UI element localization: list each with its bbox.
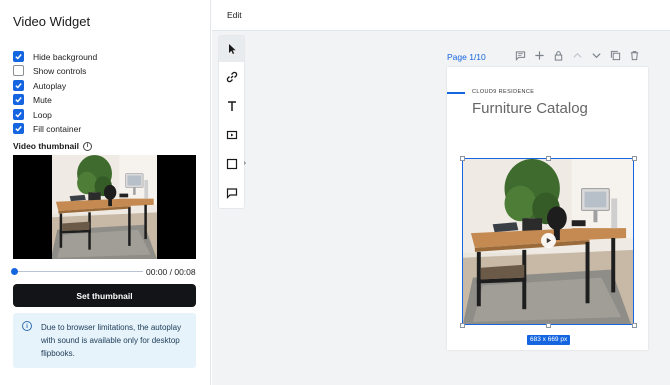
loop-checkbox[interactable] <box>13 109 24 120</box>
slider-handle[interactable] <box>11 268 18 275</box>
thumbnail-preview <box>13 155 196 259</box>
option-label: Mute <box>33 94 52 105</box>
select-tool[interactable] <box>219 36 244 62</box>
playback-slider[interactable] <box>11 266 143 278</box>
resize-handle-bottom-left[interactable] <box>460 323 465 328</box>
browser-limitation-notice: i Due to browser limitations, the autopl… <box>13 313 196 368</box>
info-icon[interactable]: i <box>82 141 92 151</box>
trash-icon <box>630 51 639 61</box>
chevron-down-icon <box>592 53 601 59</box>
set-thumbnail-button[interactable]: Set thumbnail <box>13 284 196 307</box>
accent-line <box>447 92 465 94</box>
mute-checkbox[interactable] <box>13 94 24 105</box>
video-thumbnail-heading: Video thumbnail i <box>13 141 92 151</box>
thumbnail-image <box>52 155 157 259</box>
resize-handle-top-left[interactable] <box>460 156 465 161</box>
fill-container-checkbox[interactable] <box>13 123 24 134</box>
move-up-button[interactable] <box>571 49 584 62</box>
chevron-up-icon <box>573 52 582 58</box>
tool-palette: › <box>219 36 246 208</box>
play-icon <box>546 237 552 244</box>
video-icon <box>226 130 237 140</box>
lock-button[interactable] <box>552 49 565 62</box>
text-icon <box>227 101 236 111</box>
option-label: Loop <box>33 109 52 120</box>
catalog-title[interactable]: Furniture Catalog <box>472 100 588 117</box>
page-indicator: Page 1/10 <box>447 52 486 62</box>
playback-time: 00:00 / 00:08 <box>146 267 196 277</box>
delete-button[interactable] <box>628 49 641 62</box>
shape-tool[interactable]: › <box>219 151 246 177</box>
hide-background-checkbox[interactable] <box>13 51 24 62</box>
comment-icon <box>226 188 237 199</box>
option-mute[interactable]: Mute <box>13 93 52 106</box>
option-label: Autoplay <box>33 80 67 91</box>
comment-tool[interactable] <box>219 180 244 206</box>
info-icon: i <box>22 321 32 331</box>
link-tool[interactable] <box>219 64 244 90</box>
slider-track <box>15 271 143 272</box>
notice-text: Due to browser limitations, the autoplay… <box>41 323 182 358</box>
chevron-right-icon[interactable]: › <box>244 160 246 167</box>
dimensions-badge: 683 x 669 px <box>527 335 571 345</box>
resize-handle-top[interactable] <box>546 156 551 161</box>
panel-title: Video Widget <box>13 14 91 29</box>
video-thumbnail-label: Video thumbnail <box>13 141 79 151</box>
move-down-button[interactable] <box>590 49 603 62</box>
play-button[interactable] <box>541 233 556 248</box>
resize-handle-bottom-right[interactable] <box>632 323 637 328</box>
brand-name: CLOUD9 RESIDENCE <box>472 89 535 95</box>
link-icon <box>226 71 237 83</box>
text-tool[interactable] <box>219 93 244 119</box>
option-hide-background[interactable]: Hide background <box>13 50 97 63</box>
show-controls-checkbox[interactable] <box>13 65 24 76</box>
cursor-icon <box>228 44 236 54</box>
duplicate-button[interactable] <box>609 49 622 62</box>
lock-icon <box>554 51 563 61</box>
duplicate-icon <box>610 50 621 61</box>
option-fill-container[interactable]: Fill container <box>13 122 81 135</box>
edit-menu[interactable]: Edit <box>227 10 242 20</box>
video-widget[interactable] <box>462 158 634 325</box>
video-widget-panel: Video Widget Hide background Show contro… <box>0 0 211 385</box>
resize-handle-bottom[interactable] <box>546 323 551 328</box>
option-autoplay[interactable]: Autoplay <box>13 79 66 92</box>
comment-button[interactable] <box>514 49 527 62</box>
shape-icon <box>226 158 237 170</box>
video-tool[interactable] <box>219 122 244 148</box>
option-label: Show controls <box>33 65 87 76</box>
autoplay-checkbox[interactable] <box>13 80 24 91</box>
comment-icon <box>515 51 526 61</box>
option-label: Fill container <box>33 123 82 134</box>
option-show-controls[interactable]: Show controls <box>13 64 86 77</box>
option-label: Hide background <box>33 51 98 62</box>
page-actions <box>514 49 641 62</box>
option-loop[interactable]: Loop <box>13 108 52 121</box>
resize-handle-top-right[interactable] <box>632 156 637 161</box>
flipbook-page[interactable]: CLOUD9 RESIDENCE Furniture Catalog <box>447 67 648 350</box>
editor-topbar: Edit <box>212 0 670 31</box>
plus-icon <box>535 51 544 60</box>
add-page-button[interactable] <box>533 49 546 62</box>
